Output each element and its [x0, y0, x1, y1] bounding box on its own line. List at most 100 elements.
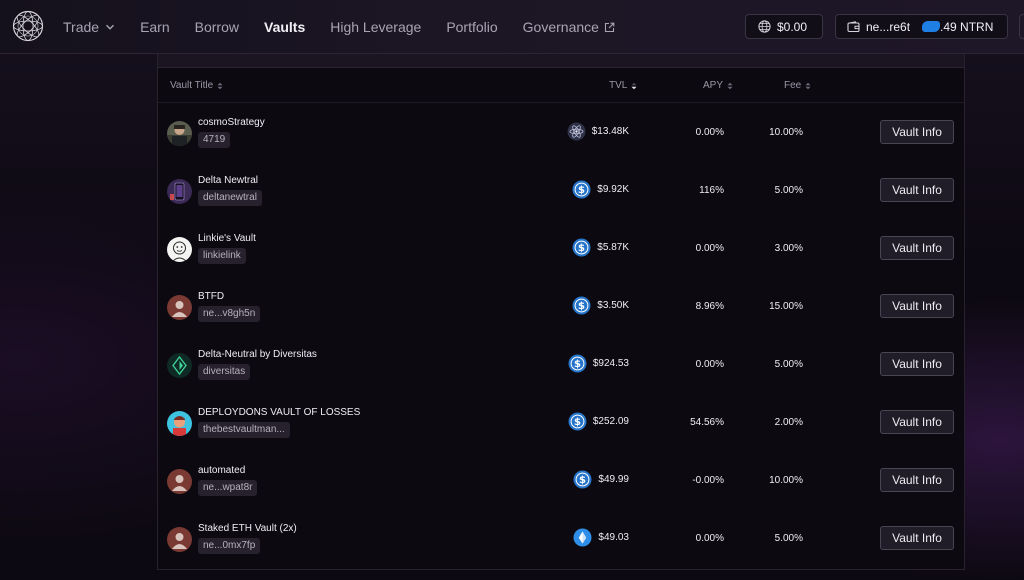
main-nav: Trade Earn Borrow Vaults High Leverage P… [63, 0, 640, 54]
vault-apy: -0.00% [692, 475, 724, 486]
vault-name: DEPLOYDONS VAULT OF LOSSES [198, 407, 361, 418]
vault-name: Delta-Neutral by Diversitas [198, 349, 317, 360]
vault-info-button[interactable]: Vault Info [880, 468, 954, 492]
usdc-icon: $ [572, 238, 591, 257]
nav-portfolio-label: Portfolio [446, 19, 498, 35]
vault-owner-tag: thebestvaultman... [198, 422, 290, 438]
vault-tvl: $13.48K [567, 122, 629, 141]
table-header: Vault Title TVL APY Fee [158, 68, 964, 103]
vault-name: Delta Newtral [198, 175, 259, 186]
vault-fee: 5.00% [774, 533, 803, 544]
column-header-tvl-label: TVL [609, 80, 628, 91]
table-row[interactable]: Delta-Neutral by Diversitas diversitas $… [158, 336, 964, 394]
vault-tvl-value: $49.99 [598, 474, 629, 485]
vault-fee: 3.00% [774, 243, 803, 254]
vault-tvl: $ $49.99 [573, 470, 629, 489]
vault-info-button[interactable]: Vault Info [880, 178, 954, 202]
nav-portfolio[interactable]: Portfolio [446, 19, 497, 35]
settings-button[interactable] [1019, 14, 1024, 39]
nav-trade-label: Trade [63, 19, 100, 35]
phone-avatar [167, 179, 192, 204]
sort-icon [217, 82, 223, 89]
usdc-icon: $ [568, 354, 587, 373]
column-header-apy[interactable]: APY [703, 80, 733, 91]
nav-vaults[interactable]: Vaults [264, 19, 305, 35]
table-row[interactable]: Staked ETH Vault (2x) ne...0mx7fp $49.03… [158, 510, 964, 568]
svg-text:$: $ [574, 417, 581, 428]
table-row[interactable]: BTFD ne...v8gh5n $ $3.50K 8.96% 15.00% V… [158, 278, 964, 336]
nav-trade[interactable]: Trade [63, 19, 115, 35]
vault-name: cosmoStrategy [198, 117, 265, 128]
vault-tvl-value: $5.87K [597, 242, 629, 253]
usdc-icon: $ [568, 412, 587, 431]
vault-info-button[interactable]: Vault Info [880, 294, 954, 318]
wallet-icon [847, 20, 860, 32]
sort-icon [727, 82, 733, 89]
table-row[interactable]: Linkie's Vault linkielink $ $5.87K 0.00%… [158, 220, 964, 278]
sort-descending-icon [631, 82, 637, 89]
cartoon-avatar [167, 411, 192, 436]
vault-info-button[interactable]: Vault Info [880, 236, 954, 260]
vault-owner-tag: deltanewtral [198, 190, 262, 206]
page: Trade Earn Borrow Vaults High Leverage P… [0, 0, 1024, 580]
mars-logo-icon[interactable] [12, 10, 44, 42]
wallet-button[interactable]: ne...re6t .49 NTRN [835, 14, 1008, 39]
vault-tvl-value: $13.48K [591, 126, 629, 137]
vault-apy: 0.00% [695, 359, 724, 370]
sketch-avatar [167, 237, 192, 262]
table-row[interactable]: Delta Newtral deltanewtral $ $9.92K 116%… [158, 162, 964, 220]
svg-text:$: $ [579, 475, 586, 486]
nav-borrow[interactable]: Borrow [195, 19, 239, 35]
account-balance-value: $0.00 [777, 19, 808, 34]
nav-vaults-label: Vaults [264, 19, 306, 35]
vault-info-button[interactable]: Vault Info [880, 410, 954, 434]
vault-tvl: $ $3.50K [572, 296, 629, 315]
nav-earn[interactable]: Earn [140, 19, 170, 35]
vault-tvl: $ $252.09 [568, 412, 629, 431]
column-header-fee[interactable]: Fee [784, 80, 811, 91]
vault-tvl: $ $9.92K [572, 180, 629, 199]
vaults-table: Vault Title TVL APY Fee cosmoStrategy 47… [157, 54, 965, 570]
usdc-icon: $ [572, 180, 591, 199]
table-row[interactable]: cosmoStrategy 4719 $13.48K 0.00% 10.00% … [158, 104, 964, 162]
vault-info-button[interactable]: Vault Info [880, 120, 954, 144]
vault-info-button[interactable]: Vault Info [880, 526, 954, 550]
vault-owner-tag: diversitas [198, 364, 251, 380]
nav-governance[interactable]: Governance [523, 19, 615, 35]
table-row[interactable]: automated ne...wpat8r $ $49.99 -0.00% 10… [158, 452, 964, 510]
vault-owner-tag: 4719 [198, 132, 231, 148]
column-header-vault-title-label: Vault Title [170, 80, 214, 91]
vault-info-button[interactable]: Vault Info [880, 352, 954, 376]
atom-icon [567, 122, 586, 141]
vault-tvl-value: $49.03 [598, 532, 629, 543]
vault-fee: 5.00% [774, 359, 803, 370]
vault-owner-tag: linkielink [198, 248, 246, 264]
account-balance-button[interactable]: $0.00 [745, 14, 823, 39]
nav-earn-label: Earn [140, 19, 170, 35]
vault-owner-tag: ne...wpat8r [198, 480, 258, 496]
vault-fee: 15.00% [769, 301, 803, 312]
svg-text:$: $ [578, 185, 585, 196]
vault-tvl: $ $924.53 [568, 354, 629, 373]
vault-apy: 8.96% [695, 301, 724, 312]
chevron-down-icon [106, 24, 115, 30]
column-header-vault-title[interactable]: Vault Title [170, 80, 223, 91]
table-row[interactable]: DEPLOYDONS VAULT OF LOSSES thebestvaultm… [158, 394, 964, 452]
sort-icon [805, 82, 811, 89]
vault-tvl-value: $3.50K [597, 300, 629, 311]
column-header-fee-label: Fee [784, 80, 802, 91]
top-nav-bar: Trade Earn Borrow Vaults High Leverage P… [0, 0, 1024, 54]
redacted-mark [922, 21, 941, 32]
column-header-tvl[interactable]: TVL [609, 80, 637, 91]
default-user-avatar [167, 469, 192, 494]
nav-high-leverage[interactable]: High Leverage [330, 19, 421, 35]
vault-apy: 0.00% [695, 243, 724, 254]
usdc-icon: $ [573, 470, 592, 489]
wallet-address: ne...re6t [866, 19, 911, 34]
svg-text:$: $ [574, 359, 581, 370]
vault-apy: 116% [699, 185, 724, 196]
default-user-avatar [167, 295, 192, 320]
diversitas-logo-avatar [167, 353, 192, 378]
vault-fee: 2.00% [774, 417, 803, 428]
usdc-icon: $ [572, 296, 591, 315]
